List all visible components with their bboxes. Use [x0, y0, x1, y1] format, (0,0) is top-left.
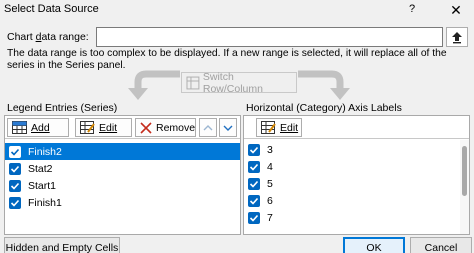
axis-label-checkbox[interactable]: [248, 160, 260, 173]
switch-row-column-button[interactable]: Switch Row/Column: [181, 70, 297, 95]
axis-label-value: 6: [267, 194, 273, 207]
axis-label-row[interactable]: 5: [244, 175, 469, 192]
edit-axis-labels-button[interactable]: Edit: [256, 118, 302, 137]
edit-label: Edit: [99, 121, 118, 134]
axis-label-checkbox[interactable]: [248, 143, 260, 156]
checkmark-icon: [249, 163, 259, 171]
series-checkbox[interactable]: [9, 196, 21, 209]
checkmark-icon: [10, 182, 20, 190]
axis-label-row[interactable]: 6: [244, 192, 469, 209]
legend-toolbar: Add Edit Remove: [5, 116, 240, 139]
series-checkbox[interactable]: [9, 145, 21, 158]
checkmark-icon: [10, 165, 20, 173]
add-label: Add: [31, 121, 50, 134]
series-row-start1[interactable]: Start1: [5, 177, 240, 194]
legend-entries-panel: Add Edit Remove Finish2 Stat2 Start1 Fin…: [4, 115, 241, 235]
axis-label-value: 7: [267, 211, 273, 224]
add-table-icon: [12, 121, 27, 134]
switch-right-arrow-icon: [298, 70, 350, 100]
axis-labels-scrollbar[interactable]: [460, 140, 469, 234]
axis-label-checkbox[interactable]: [248, 177, 260, 190]
axis-label-value: 3: [267, 143, 273, 156]
chart-data-range-label: Chart data range:: [7, 31, 89, 43]
checkmark-icon: [10, 199, 20, 207]
axis-label-value: 5: [267, 177, 273, 190]
axis-toolbar: Edit: [244, 116, 469, 139]
checkmark-icon: [249, 214, 259, 222]
legend-entries-heading: Legend Entries (Series): [7, 102, 118, 114]
series-row-stat2[interactable]: Stat2: [5, 160, 240, 177]
axis-label-row[interactable]: 3: [244, 141, 469, 158]
range-info-text: The data range is too complex to be disp…: [7, 48, 447, 71]
series-name: Start1: [28, 179, 57, 192]
help-button[interactable]: ?: [405, 3, 419, 17]
remove-label: Remove: [156, 121, 196, 134]
edit-table-icon: [261, 121, 276, 134]
remove-series-button[interactable]: Remove: [135, 118, 196, 137]
move-down-button[interactable]: [219, 118, 237, 137]
move-up-button[interactable]: [199, 118, 217, 137]
chevron-up-icon: [203, 124, 213, 130]
series-row-finish2[interactable]: Finish2: [5, 143, 240, 160]
add-series-button[interactable]: Add: [7, 118, 69, 137]
chevron-down-icon: [223, 125, 233, 131]
checkmark-icon: [249, 197, 259, 205]
scrollbar-thumb[interactable]: [462, 146, 467, 196]
switch-row-column-label: Switch Row/Column: [202, 70, 263, 95]
switch-left-arrow-icon: [128, 70, 180, 100]
axis-labels-panel: Edit 3 4 5 6 7: [243, 115, 470, 235]
axis-label-checkbox[interactable]: [248, 211, 260, 224]
edit-axis-label: Edit: [280, 121, 299, 134]
remove-x-icon: [140, 121, 152, 134]
checkmark-icon: [10, 148, 20, 156]
switch-row-column-icon: [186, 76, 200, 89]
chart-data-range-input[interactable]: [96, 27, 443, 47]
checkmark-icon: [249, 180, 259, 188]
range-collapse-button[interactable]: [446, 27, 468, 47]
checkmark-icon: [249, 146, 259, 154]
edit-series-button[interactable]: Edit: [75, 118, 132, 137]
series-name: Stat2: [28, 162, 53, 175]
axis-label-row[interactable]: 7: [244, 209, 469, 226]
series-row-finish1[interactable]: Finish1: [5, 194, 240, 211]
cancel-button[interactable]: Cancel: [410, 237, 472, 253]
hidden-empty-cells-button[interactable]: Hidden and Empty Cells: [4, 237, 120, 253]
close-button[interactable]: ✕: [446, 1, 466, 19]
axis-labels-heading: Horizontal (Category) Axis Labels: [246, 102, 402, 114]
series-checkbox[interactable]: [9, 162, 21, 175]
series-checkbox[interactable]: [9, 179, 21, 192]
axis-label-row[interactable]: 4: [244, 158, 469, 175]
axis-label-value: 4: [267, 160, 273, 173]
axis-label-checkbox[interactable]: [248, 194, 260, 207]
series-name: Finish1: [28, 196, 62, 209]
edit-table-icon: [80, 121, 95, 134]
dialog-title: Select Data Source: [4, 3, 99, 15]
ok-button[interactable]: OK: [343, 237, 405, 253]
collapse-dialog-icon: [452, 32, 462, 44]
series-name: Finish2: [28, 145, 62, 158]
